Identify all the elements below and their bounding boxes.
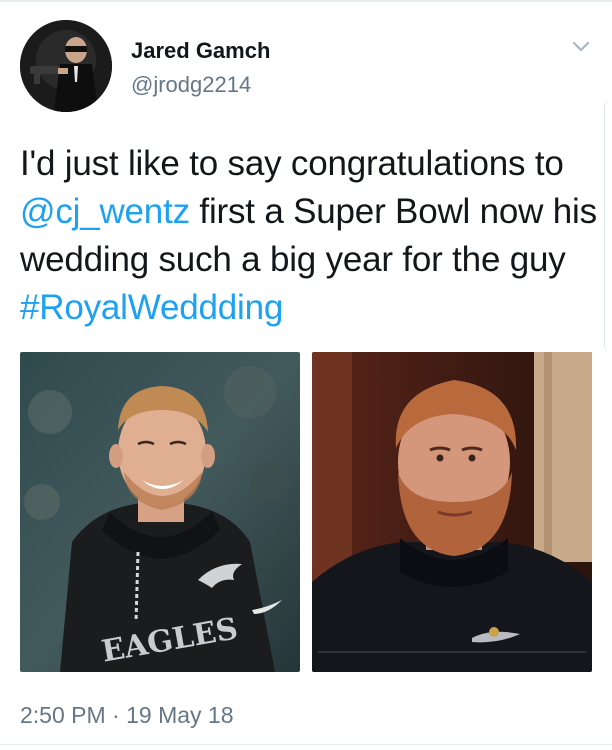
- scrollbar[interactable]: [604, 100, 612, 352]
- author-display-name[interactable]: Jared Gamch: [131, 38, 270, 64]
- tweet-photo-right[interactable]: [312, 352, 592, 672]
- hashtag-link[interactable]: #RoyalWeddding: [20, 288, 283, 327]
- football-player-photo: EAGLES: [20, 352, 300, 672]
- tweet-text-part: I'd just like to say congratulations to: [20, 144, 564, 183]
- tweet-timestamp[interactable]: 2:50 PM · 19 May 18: [20, 702, 234, 729]
- avatar-image: [20, 20, 112, 112]
- bottom-divider: [0, 744, 612, 745]
- tweet-text: I'd just like to say congratulations to …: [20, 140, 600, 332]
- tweet-photo-left[interactable]: EAGLES: [20, 352, 300, 672]
- top-divider: [0, 0, 612, 2]
- chevron-down-icon[interactable]: [568, 34, 594, 60]
- mention-link[interactable]: @cj_wentz: [20, 192, 190, 231]
- author-handle[interactable]: @jrodg2214: [131, 72, 251, 98]
- groom-photo: [312, 352, 592, 672]
- avatar[interactable]: [20, 20, 112, 112]
